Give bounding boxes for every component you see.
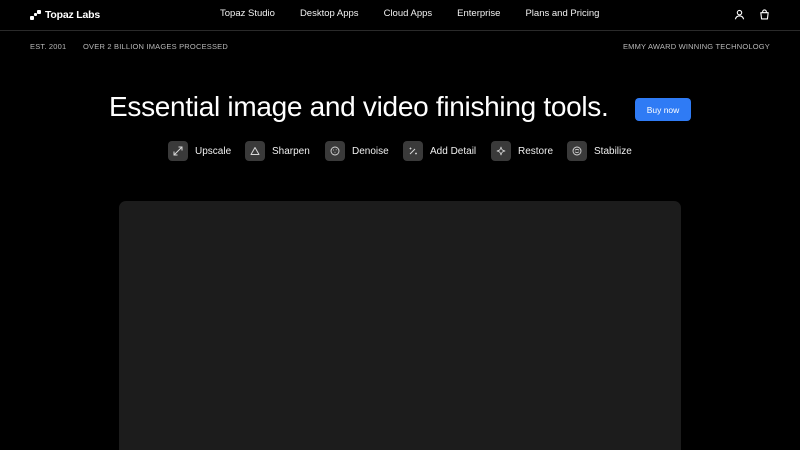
feature-upscale[interactable]: Upscale: [168, 140, 231, 162]
feature-label: Add Detail: [430, 145, 477, 157]
credentials-bar: EST. 2001 OVER 2 BILLION IMAGES PROCESSE…: [0, 42, 800, 54]
noise-circle-icon: [325, 141, 345, 161]
top-navigation: Topaz Labs Topaz Studio Desktop Apps Clo…: [0, 0, 800, 31]
feature-restore[interactable]: Restore: [491, 140, 553, 162]
established-text: EST. 2001: [30, 42, 67, 51]
feature-stabilize[interactable]: Stabilize: [567, 140, 632, 162]
logo-mark-icon: [30, 9, 41, 21]
account-icon[interactable]: [734, 9, 745, 20]
nav-link-plans-pricing[interactable]: Plans and Pricing: [525, 8, 599, 20]
triangle-icon: [245, 141, 265, 161]
nav-link-desktop-apps[interactable]: Desktop Apps: [300, 8, 359, 20]
feature-sharpen[interactable]: Sharpen: [245, 140, 310, 162]
feature-label: Sharpen: [272, 145, 310, 157]
nav-link-enterprise[interactable]: Enterprise: [457, 8, 500, 20]
buy-now-button[interactable]: Buy now: [635, 98, 691, 121]
feature-label: Stabilize: [594, 145, 632, 157]
feature-label: Denoise: [352, 145, 389, 157]
brand-logo[interactable]: Topaz Labs: [30, 8, 100, 22]
emmy-award-text: EMMY AWARD WINNING TECHNOLOGY: [622, 42, 770, 51]
hero: Essential image and video finishing tool…: [0, 90, 800, 126]
media-preview-panel: [119, 201, 681, 450]
expand-arrows-icon: [168, 141, 188, 161]
nav-link-topaz-studio[interactable]: Topaz Studio: [220, 8, 275, 20]
sparkle-wand-icon: [403, 141, 423, 161]
nav-icon-group: [734, 9, 770, 20]
star-sparkle-icon: [491, 141, 511, 161]
feature-denoise[interactable]: Denoise: [325, 140, 389, 162]
feature-label: Upscale: [195, 145, 232, 157]
swirl-icon: [567, 141, 587, 161]
feature-list: Upscale Sharpen Denoise Add Detail Resto…: [0, 140, 800, 162]
main-menu: Topaz Studio Desktop Apps Cloud Apps Ent…: [220, 8, 599, 20]
hero-title: Essential image and video finishing tool…: [109, 91, 609, 122]
page: Topaz Labs Topaz Studio Desktop Apps Clo…: [0, 0, 800, 450]
nav-link-cloud-apps[interactable]: Cloud Apps: [384, 8, 433, 20]
cart-icon[interactable]: [759, 9, 770, 20]
feature-label: Restore: [518, 145, 554, 157]
feature-add-detail[interactable]: Add Detail: [403, 140, 476, 162]
brand-name: Topaz Labs: [45, 9, 100, 21]
images-processed-text: OVER 2 BILLION IMAGES PROCESSED: [83, 42, 228, 51]
